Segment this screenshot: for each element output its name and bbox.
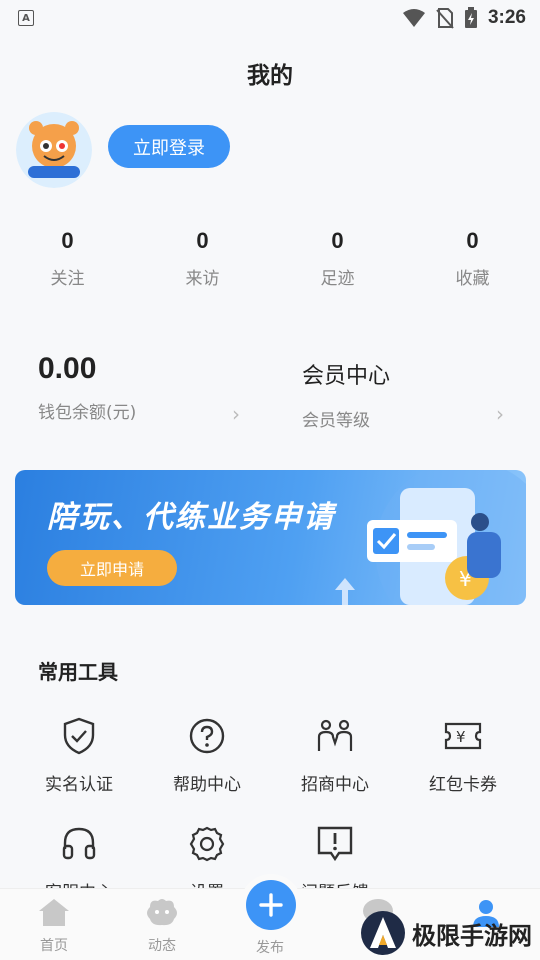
stat-footprints[interactable]: 0 足迹 bbox=[270, 228, 405, 289]
promo-banner[interactable]: 陪玩、代练业务申请 立即申请 ¥ bbox=[15, 470, 526, 605]
battery-charging-icon bbox=[464, 7, 477, 28]
apply-button[interactable]: 立即申请 bbox=[47, 550, 177, 586]
plus-icon bbox=[259, 893, 283, 917]
tab-label: 首页 bbox=[40, 938, 68, 954]
login-button[interactable]: 立即登录 bbox=[108, 125, 230, 168]
publish-button[interactable] bbox=[246, 880, 296, 930]
stat-value: 0 bbox=[61, 228, 74, 253]
status-bar: A 3:26 bbox=[0, 0, 540, 36]
coupon-icon: ¥ bbox=[443, 716, 483, 756]
wallet-balance: 0.00 bbox=[38, 352, 97, 385]
tab-label: 发布 bbox=[256, 940, 284, 956]
tool-label: 招商中心 bbox=[301, 775, 369, 795]
tools-section-title: 常用工具 bbox=[38, 660, 118, 684]
wallet-card[interactable]: 0.00 钱包余额(元) bbox=[38, 352, 248, 423]
watermark-logo-icon bbox=[361, 911, 405, 955]
tab-publish[interactable]: 发布 bbox=[230, 933, 310, 957]
stat-value: 0 bbox=[466, 228, 479, 253]
headset-icon bbox=[59, 824, 99, 864]
tool-help-center[interactable]: 帮助中心 bbox=[152, 716, 262, 795]
vip-title: 会员中心 bbox=[302, 364, 391, 389]
vip-card[interactable]: 会员中心 会员等级 bbox=[302, 358, 512, 431]
avatar[interactable] bbox=[16, 112, 92, 188]
tool-investment-center[interactable]: 招商中心 bbox=[280, 716, 390, 795]
no-sim-icon bbox=[436, 8, 454, 29]
moments-icon bbox=[147, 899, 177, 926]
feedback-icon bbox=[315, 824, 355, 864]
svg-text:¥: ¥ bbox=[456, 728, 466, 746]
stat-visitors[interactable]: 0 来访 bbox=[135, 228, 270, 289]
stat-following[interactable]: 0 关注 bbox=[0, 228, 135, 289]
stat-label: 收藏 bbox=[455, 269, 490, 289]
clock-time: 3:26 bbox=[487, 7, 526, 28]
people-icon bbox=[315, 716, 355, 756]
tool-real-name-auth[interactable]: 实名认证 bbox=[24, 716, 134, 795]
stat-value: 0 bbox=[331, 228, 344, 253]
tab-label: 动态 bbox=[148, 938, 176, 954]
stat-label: 关注 bbox=[50, 269, 85, 289]
stat-favorites[interactable]: 0 收藏 bbox=[405, 228, 540, 289]
stats-row: 0 关注 0 来访 0 足迹 0 收藏 bbox=[0, 228, 540, 289]
vip-label: 会员等级 bbox=[302, 411, 370, 431]
banner-text: 陪玩、代练业务申请 bbox=[47, 500, 335, 535]
home-icon bbox=[39, 899, 69, 926]
wifi-icon bbox=[402, 9, 425, 27]
chevron-right-icon: › bbox=[496, 402, 504, 426]
page-title: 我的 bbox=[247, 63, 293, 89]
tool-coupons[interactable]: ¥ 红包卡券 bbox=[408, 716, 518, 795]
stat-label: 来访 bbox=[185, 269, 220, 289]
accessibility-icon: A bbox=[18, 10, 34, 26]
watermark: 极限手游网 bbox=[360, 910, 532, 956]
stat-value: 0 bbox=[196, 228, 209, 253]
tab-moments[interactable]: 动态 bbox=[122, 897, 202, 955]
chevron-right-icon: › bbox=[232, 402, 240, 426]
banner-illustration-icon: ¥ bbox=[335, 470, 526, 605]
tab-home[interactable]: 首页 bbox=[14, 897, 94, 955]
shield-check-icon bbox=[59, 716, 99, 756]
wallet-label: 钱包余额(元) bbox=[38, 403, 137, 423]
stat-label: 足迹 bbox=[320, 269, 355, 289]
watermark-text: 极限手游网 bbox=[412, 920, 532, 950]
tool-label: 实名认证 bbox=[45, 775, 113, 795]
tool-label: 帮助中心 bbox=[173, 775, 241, 795]
tool-label: 红包卡券 bbox=[429, 775, 497, 795]
question-circle-icon bbox=[187, 716, 227, 756]
gear-icon bbox=[187, 824, 227, 864]
